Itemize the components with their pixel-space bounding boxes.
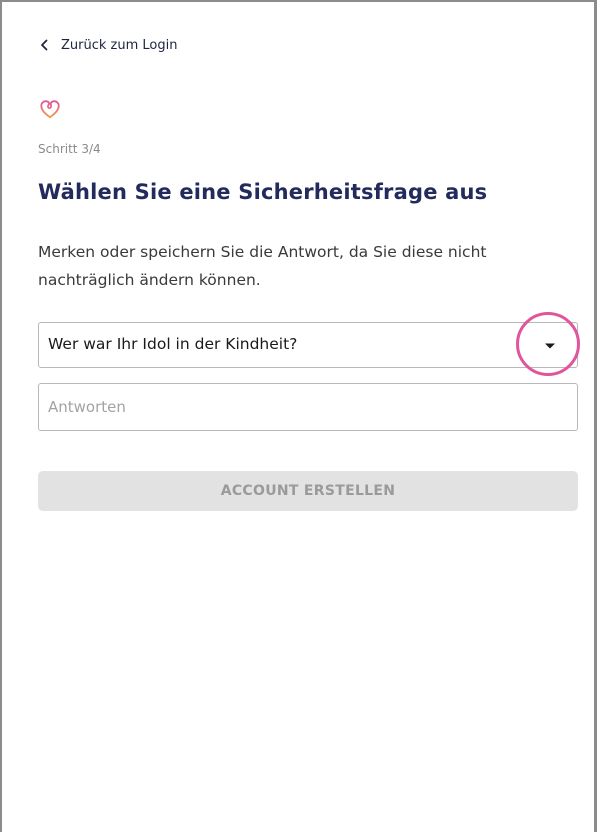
caret-down-icon[interactable] bbox=[543, 341, 557, 351]
chevron-left-icon bbox=[41, 39, 48, 51]
page-frame: Zurück zum Login Schritt 3/4 Wählen Sie … bbox=[0, 0, 597, 832]
page-title: Wählen Sie eine Sicherheitsfrage aus bbox=[38, 180, 488, 204]
security-answer-input[interactable] bbox=[38, 383, 578, 431]
heart-icon bbox=[40, 100, 60, 119]
page-description: Merken oder speichern Sie die Antwort, d… bbox=[38, 243, 487, 289]
step-indicator: Schritt 3/4 bbox=[38, 142, 101, 156]
create-account-button[interactable]: ACCOUNT ERSTELLEN bbox=[38, 471, 578, 511]
security-question-select[interactable]: Wer war Ihr Idol in der Kindheit? bbox=[38, 322, 578, 368]
back-link-label: Zurück zum Login bbox=[61, 37, 178, 53]
security-question-value: Wer war Ihr Idol in der Kindheit? bbox=[48, 335, 298, 353]
back-to-login-link[interactable]: Zurück zum Login bbox=[35, 35, 177, 55]
